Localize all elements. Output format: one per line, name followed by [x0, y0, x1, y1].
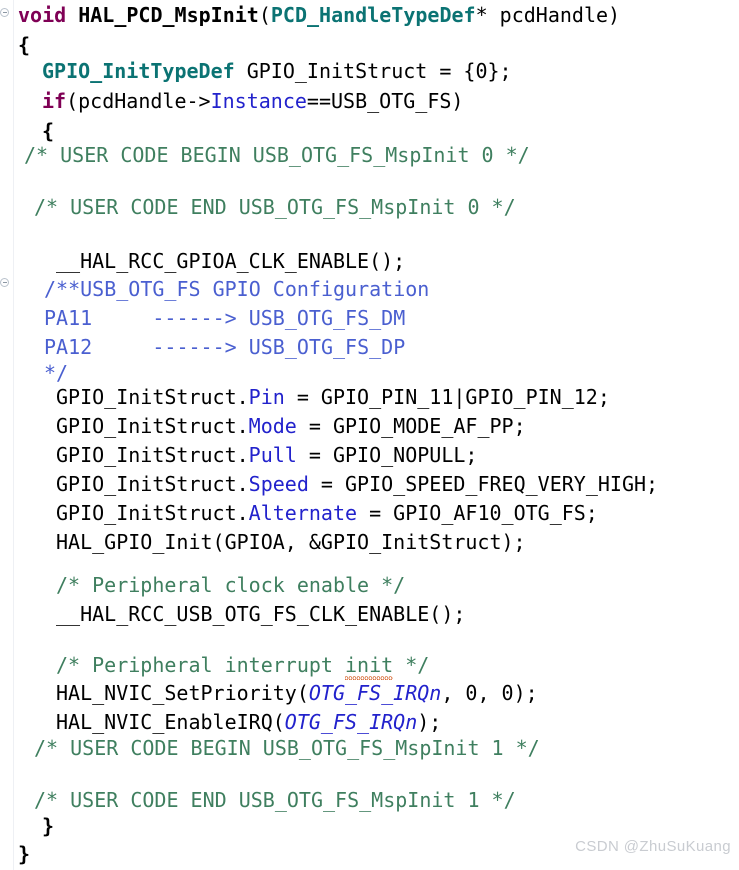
code-line[interactable]: { — [18, 30, 30, 60]
keyword-void: void — [18, 3, 67, 27]
assign-speed: = GPIO_SPEED_FREQ_VERY_HIGH; — [308, 472, 659, 496]
code-line[interactable]: HAL_NVIC_SetPriority(OTG_FS_IRQn, 0, 0); — [56, 678, 538, 708]
code-line[interactable]: GPIO_InitStruct.Mode = GPIO_MODE_AF_PP; — [56, 411, 526, 441]
doc-comment-pa12: PA12 ------> USB_OTG_FS_DP — [44, 335, 406, 359]
code-line[interactable]: /* Peripheral interrupt init */ — [56, 650, 429, 680]
code-line[interactable]: /* USER CODE BEGIN USB_OTG_FS_MspInit 0 … — [24, 140, 530, 170]
assign-alternate: = GPIO_AF10_OTG_FS; — [357, 501, 598, 525]
call-setpriority-prefix: HAL_NVIC_SetPriority( — [56, 681, 309, 705]
code-line[interactable]: __HAL_RCC_GPIOA_CLK_ENABLE(); — [56, 246, 405, 276]
code-line[interactable]: if(pcdHandle->Instance==USB_OTG_FS) — [42, 86, 463, 116]
code-line[interactable]: GPIO_InitStruct.Pull = GPIO_NOPULL; — [56, 440, 477, 470]
fold-marker-doc-comment-icon[interactable] — [0, 278, 9, 287]
code-line[interactable]: /* USER CODE END USB_OTG_FS_MspInit 0 */ — [34, 192, 516, 222]
comment-user-code-end-1: /* USER CODE END USB_OTG_FS_MspInit 1 */ — [34, 788, 516, 812]
member-mode: Mode — [248, 414, 297, 438]
brace-open: { — [18, 33, 31, 57]
comment-peripheral-clock-enable: /* Peripheral clock enable */ — [56, 573, 406, 597]
struct-ref: GPIO_InitStruct. — [56, 385, 249, 409]
code-line[interactable]: } — [18, 839, 30, 869]
code-line[interactable]: /**USB_OTG_FS GPIO Configuration — [44, 274, 429, 304]
code-line[interactable]: /* USER CODE END USB_OTG_FS_MspInit 1 */ — [34, 785, 516, 815]
spellcheck-word-init: init — [344, 653, 394, 680]
decl-rest: GPIO_InitStruct = {0}; — [234, 59, 512, 83]
enum-otg-fs-irqn: OTG_FS_IRQn — [284, 710, 418, 734]
code-line[interactable]: GPIO_InitStruct.Speed = GPIO_SPEED_FREQ_… — [56, 469, 658, 499]
type-gpio-inittypedef: GPIO_InitTypeDef — [42, 59, 235, 83]
doc-comment-pa11: PA11 ------> USB_OTG_FS_DM — [44, 306, 406, 330]
macro-hal-rcc-gpioa-clk-enable: __HAL_RCC_GPIOA_CLK_ENABLE(); — [56, 249, 406, 273]
code-line[interactable]: /* Peripheral clock enable */ — [56, 570, 405, 600]
code-line[interactable]: GPIO_InitStruct.Alternate = GPIO_AF10_OT… — [56, 498, 598, 528]
macro-hal-rcc-usb-otg-fs-clk-enable: __HAL_RCC_USB_OTG_FS_CLK_ENABLE(); — [56, 602, 466, 626]
call-enableirq-suffix: ); — [417, 710, 442, 734]
code-line[interactable]: GPIO_InitTypeDef GPIO_InitStruct = {0}; — [42, 56, 512, 86]
enum-otg-fs-irqn: OTG_FS_IRQn — [308, 681, 442, 705]
code-line[interactable]: PA11 ------> USB_OTG_FS_DM — [44, 303, 405, 333]
member-pin: Pin — [248, 385, 285, 409]
function-name: HAL_PCD_MspInit — [78, 3, 259, 27]
member-alternate: Alternate — [248, 501, 358, 525]
struct-ref: GPIO_InitStruct. — [56, 414, 249, 438]
code-line[interactable]: } — [42, 811, 54, 841]
fold-marker-function-icon[interactable] — [0, 8, 9, 17]
keyword-if: if — [42, 89, 67, 113]
brace-close-outer: } — [18, 842, 31, 866]
struct-ref: GPIO_InitStruct. — [56, 443, 249, 467]
csdn-watermark: CSDN @ZhuSuKuang — [575, 838, 731, 855]
member-instance: Instance — [210, 89, 307, 113]
assign-pin: = GPIO_PIN_11|GPIO_PIN_12; — [284, 385, 610, 409]
code-line[interactable]: __HAL_RCC_USB_OTG_FS_CLK_ENABLE(); — [56, 599, 465, 629]
call-enableirq-prefix: HAL_NVIC_EnableIRQ( — [56, 710, 285, 734]
comment-user-code-begin-0: /* USER CODE BEGIN USB_OTG_FS_MspInit 0 … — [24, 143, 530, 167]
comment-peripheral-interrupt-prefix: /* Peripheral interrupt — [56, 653, 345, 677]
code-content[interactable]: void HAL_PCD_MspInit(PCD_HandleTypeDef* … — [14, 0, 739, 870]
call-hal-gpio-init: HAL_GPIO_Init(GPIOA, &GPIO_InitStruct); — [56, 530, 526, 554]
member-speed: Speed — [248, 472, 309, 496]
brace-close-inner: } — [42, 814, 55, 838]
code-line[interactable]: GPIO_InitStruct.Pin = GPIO_PIN_11|GPIO_P… — [56, 382, 610, 412]
cond-suffix: ==USB_OTG_FS) — [306, 89, 464, 113]
code-editor[interactable]: void HAL_PCD_MspInit(PCD_HandleTypeDef* … — [0, 0, 739, 870]
assign-pull: = GPIO_NOPULL; — [296, 443, 478, 467]
param-pcdhandle: * pcdHandle) — [475, 3, 621, 27]
cond-prefix: (pcdHandle-> — [66, 89, 211, 113]
call-setpriority-args: , 0, 0); — [441, 681, 538, 705]
type-pcd-handle: PCD_HandleTypeDef — [270, 3, 476, 27]
comment-user-code-begin-1: /* USER CODE BEGIN USB_OTG_FS_MspInit 1 … — [34, 736, 540, 760]
punct-open-paren: ( — [258, 3, 271, 27]
comment-user-code-end-0: /* USER CODE END USB_OTG_FS_MspInit 0 */ — [34, 195, 516, 219]
editor-gutter[interactable] — [0, 0, 14, 870]
code-line[interactable]: /* USER CODE BEGIN USB_OTG_FS_MspInit 1 … — [34, 733, 540, 763]
struct-ref: GPIO_InitStruct. — [56, 472, 249, 496]
member-pull: Pull — [248, 443, 297, 467]
assign-mode: = GPIO_MODE_AF_PP; — [296, 414, 526, 438]
struct-ref: GPIO_InitStruct. — [56, 501, 249, 525]
comment-peripheral-interrupt-suffix: */ — [393, 653, 430, 677]
doc-comment-header: /**USB_OTG_FS GPIO Configuration — [44, 277, 430, 301]
code-line[interactable]: void HAL_PCD_MspInit(PCD_HandleTypeDef* … — [18, 0, 620, 30]
code-line[interactable]: HAL_GPIO_Init(GPIOA, &GPIO_InitStruct); — [56, 527, 526, 557]
code-line[interactable]: PA12 ------> USB_OTG_FS_DP — [44, 332, 405, 362]
